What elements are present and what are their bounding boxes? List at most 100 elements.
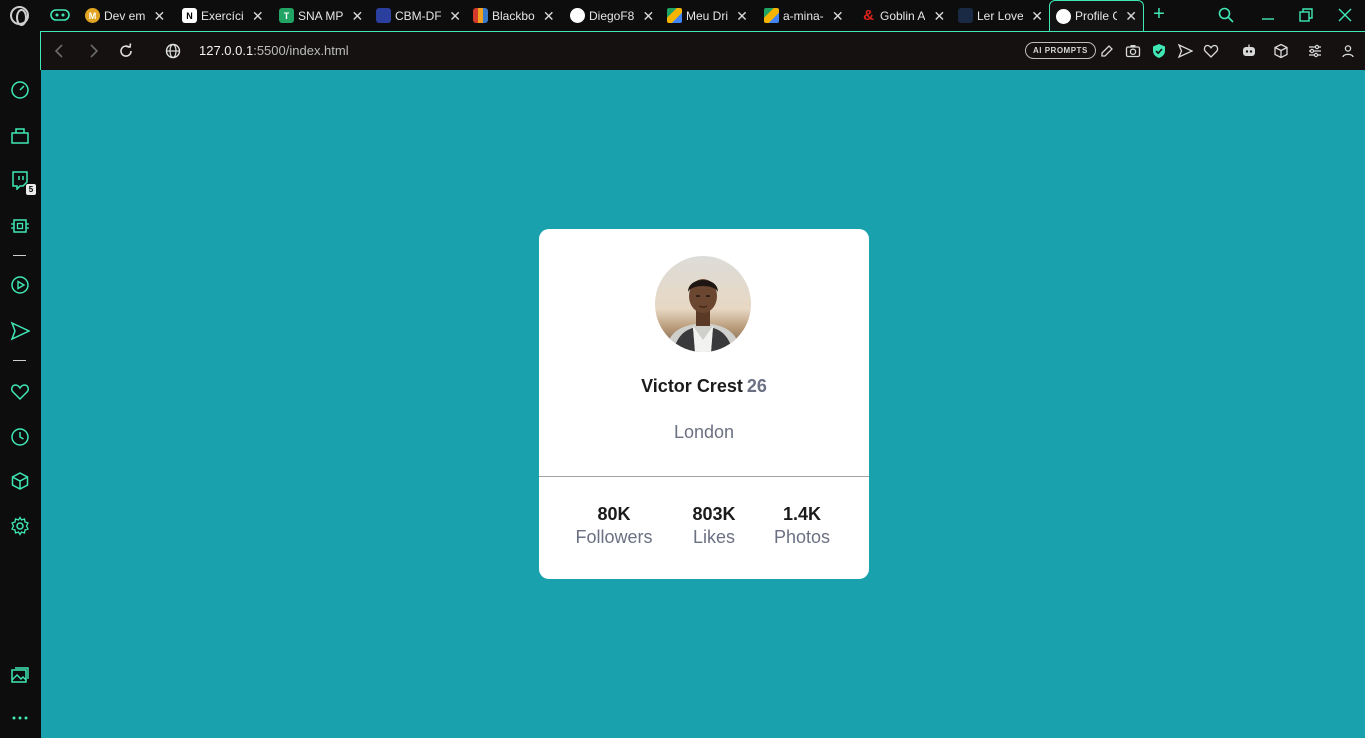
tab-close-icon[interactable]: ✕ xyxy=(1125,9,1137,23)
sidebar: 5 xyxy=(0,31,40,738)
history-clock-icon[interactable] xyxy=(10,427,30,447)
tab[interactable]: M Dev em ✕ xyxy=(79,0,176,31)
tab-close-icon[interactable]: ✕ xyxy=(351,9,363,23)
stat-label: Followers xyxy=(575,527,653,547)
vpn-shield-icon[interactable] xyxy=(1151,43,1167,59)
restore-icon[interactable] xyxy=(1297,6,1315,24)
stat-value: 80K xyxy=(597,504,631,524)
tab[interactable]: DiegoF8 ✕ xyxy=(564,0,661,31)
profile-card: Victor Crest 26 London 80K Followers 803K… xyxy=(539,229,869,579)
tab-title: DiegoF8 xyxy=(589,8,635,23)
reload-icon[interactable] xyxy=(117,42,135,60)
new-tab-button[interactable]: + xyxy=(1150,4,1168,24)
url-field[interactable]: 127.0.0.1:5500/index.html xyxy=(199,43,349,58)
tab-close-icon[interactable]: ✕ xyxy=(642,9,654,23)
profile-name-text: Victor Crest xyxy=(641,376,743,396)
search-tabs-icon[interactable] xyxy=(1217,6,1235,24)
site-info-globe-icon[interactable] xyxy=(164,42,182,60)
url-path: :5500/index.html xyxy=(253,43,349,58)
tab-title: Meu Dri xyxy=(686,8,729,23)
tab-list: M Dev em ✕ N Exercíci ✕ T SNA MP ✕ CBM-D… xyxy=(79,0,1144,31)
extension-robot-icon[interactable] xyxy=(1241,43,1257,59)
tab[interactable]: N Exercíci ✕ xyxy=(176,0,273,31)
tab-close-icon[interactable]: ✕ xyxy=(832,9,844,23)
camera-icon[interactable] xyxy=(1125,43,1141,59)
tab[interactable]: & Goblin A ✕ xyxy=(855,0,952,31)
close-window-icon[interactable] xyxy=(1336,6,1354,24)
gx-corner-icon[interactable] xyxy=(10,125,30,145)
stat-photos: 1.4K Photos xyxy=(762,504,842,548)
hardware-limiter-icon[interactable] xyxy=(10,216,30,236)
tab-close-icon[interactable]: ✕ xyxy=(736,9,748,23)
twitch-badge: 5 xyxy=(26,184,36,195)
forward-icon[interactable] xyxy=(84,42,102,60)
sidebar-divider xyxy=(13,360,26,361)
tab-close-icon[interactable]: ✕ xyxy=(252,9,264,23)
tab[interactable]: CBM-DF ✕ xyxy=(370,0,467,31)
profile-icon[interactable] xyxy=(1340,43,1356,59)
tab-favicon-icon xyxy=(473,8,488,23)
bookmark-heart-icon[interactable] xyxy=(1203,43,1219,59)
tab[interactable]: Blackbo ✕ xyxy=(467,0,564,31)
tab-favicon-icon xyxy=(570,8,585,23)
tab-close-icon[interactable]: ✕ xyxy=(933,9,946,23)
player-icon[interactable] xyxy=(10,275,30,295)
tab-active[interactable]: Profile C ✕ xyxy=(1049,0,1144,31)
tab-close-icon[interactable]: ✕ xyxy=(543,9,555,23)
minimize-icon[interactable] xyxy=(1259,6,1277,24)
stat-value: 803K xyxy=(692,504,736,524)
more-options-icon[interactable] xyxy=(10,708,30,728)
tab-favicon-icon: N xyxy=(182,8,197,23)
tab-favicon-icon xyxy=(958,8,973,23)
edit-icon[interactable] xyxy=(1099,43,1115,59)
extensions-cube-icon[interactable] xyxy=(1273,43,1289,59)
stat-label: Likes xyxy=(692,527,736,547)
tab-title: a-mina- xyxy=(783,8,824,23)
ai-prompts-button[interactable]: AI PROMPTS xyxy=(1025,42,1096,59)
tab-title: Dev em xyxy=(104,8,146,23)
tab-favicon-icon xyxy=(764,8,779,23)
tab-title: Profile C xyxy=(1075,9,1118,23)
back-icon[interactable] xyxy=(51,42,69,60)
settings-gear-icon[interactable] xyxy=(10,516,30,536)
tab-title: Ler Love xyxy=(977,8,1024,23)
opera-logo-icon[interactable] xyxy=(10,6,29,26)
tab[interactable]: T SNA MP ✕ xyxy=(273,0,370,31)
tab-favicon-icon xyxy=(667,8,682,23)
tab-title: CBM-DF xyxy=(395,8,442,23)
profile-location: London xyxy=(673,422,735,442)
send-icon[interactable] xyxy=(1177,43,1193,59)
address-bar: 127.0.0.1:5500/index.html AI PROMPTS xyxy=(40,31,1365,70)
page-viewport: Victor Crest 26 London 80K Followers 803K… xyxy=(41,70,1365,738)
tab-close-icon[interactable]: ✕ xyxy=(1031,9,1043,23)
stat-followers: 80K Followers xyxy=(569,504,659,548)
speed-dial-gauge-icon[interactable] xyxy=(10,80,30,100)
sidebar-divider xyxy=(13,255,26,256)
tab-strip: M Dev em ✕ N Exercíci ✕ T SNA MP ✕ CBM-D… xyxy=(0,0,1365,31)
tab[interactable]: Meu Dri ✕ xyxy=(661,0,758,31)
tab-favicon-icon xyxy=(1056,8,1071,24)
avatar-photo xyxy=(655,256,751,352)
tab-close-icon[interactable]: ✕ xyxy=(153,9,165,23)
avatar xyxy=(655,256,751,352)
card-divider xyxy=(539,476,869,477)
tab-close-icon[interactable]: ✕ xyxy=(449,9,461,23)
stat-value: 1.4K xyxy=(782,504,822,524)
tab-favicon-icon: M xyxy=(85,8,100,23)
easy-setup-icon[interactable] xyxy=(1307,43,1323,59)
bookmarks-heart-icon[interactable] xyxy=(10,382,30,402)
tab[interactable]: Ler Love ✕ xyxy=(952,0,1049,31)
stat-label: Photos xyxy=(773,527,831,547)
extensions-cube-icon[interactable] xyxy=(10,471,30,491)
messenger-send-icon[interactable] xyxy=(10,321,30,341)
tab-title: Goblin A xyxy=(880,8,926,23)
profile-age: 26 xyxy=(746,376,767,396)
wallpaper-gallery-icon[interactable] xyxy=(10,666,30,686)
stat-likes: 803K Likes xyxy=(674,504,754,548)
tab-title: SNA MP xyxy=(298,8,344,23)
tab[interactable]: a-mina- ✕ xyxy=(758,0,855,31)
profile-name: Victor Crest 26 xyxy=(539,376,869,397)
tab-favicon-icon: & xyxy=(863,7,874,24)
gx-control-icon[interactable] xyxy=(50,7,70,23)
tab-favicon-icon xyxy=(376,8,391,23)
